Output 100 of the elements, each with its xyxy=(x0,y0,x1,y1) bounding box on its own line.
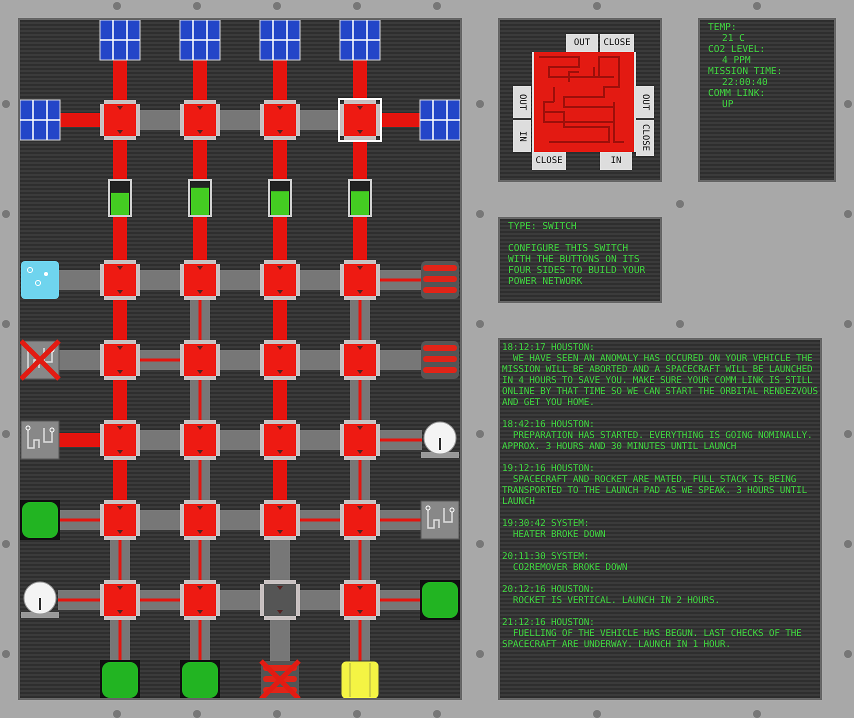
battery xyxy=(108,179,132,217)
log-message: FUELLING OF THE VEHICLE HAS BEGUN. LAST CHECKS OF THE SPACECRAFT ARE UNDERWAY. LAUNCH IN 1 HOUR. xyxy=(502,628,803,650)
screw xyxy=(353,2,361,10)
screw xyxy=(273,710,281,718)
circuit-board[interactable] xyxy=(20,420,60,460)
device-tile[interactable] xyxy=(420,580,460,620)
status-value: 22:00:40 xyxy=(721,77,768,88)
log-message: CO2REMOVER BROKE DOWN xyxy=(512,562,628,573)
info-description: CONFIGURE THIS SWITCH WITH THE BUTTONS ON ITS FOUR SIDES TO BUILD YOUR POWER NETWORK xyxy=(508,243,646,287)
switch-tile[interactable] xyxy=(260,500,300,540)
switch-side-button[interactable]: IN xyxy=(513,120,531,152)
switch-tile[interactable] xyxy=(100,340,140,380)
switch-side-button[interactable]: CLOSE xyxy=(636,120,654,156)
status-value: 4 PPM xyxy=(721,55,751,66)
device-tile[interactable] xyxy=(180,660,220,698)
device-tile[interactable] xyxy=(20,500,60,540)
screw xyxy=(2,430,10,438)
solar-panel[interactable] xyxy=(20,99,61,141)
switch-tile[interactable] xyxy=(100,500,140,540)
switch-tile[interactable] xyxy=(260,260,300,300)
switch-tile[interactable] xyxy=(340,420,380,460)
battery xyxy=(268,179,292,217)
screw xyxy=(113,2,121,10)
log-message: SPACECRAFT AND ROCKET ARE MATED. FULL STACK IS BEING TRANSPORTED TO THE LAUNCH PAD AS WE SPEAK. 3 HOURS UNTIL LAUNCH xyxy=(502,474,808,507)
screw xyxy=(2,540,10,548)
device-tile[interactable] xyxy=(100,660,140,698)
log-message: ROCKET IS VERTICAL. LAUNCH IN 2 HOURS. xyxy=(512,595,720,606)
switch-tile[interactable] xyxy=(100,580,140,620)
battery xyxy=(348,179,372,217)
solar-panel[interactable] xyxy=(419,99,460,141)
switch-tile[interactable] xyxy=(340,500,380,540)
status-label: TEMP: xyxy=(708,22,737,33)
switch-tile[interactable] xyxy=(260,340,300,380)
screw xyxy=(353,710,361,718)
log-message: PREPARATION HAS STARTED. EVERYTHING IS GOING NOMINALLY. APPROX. 3 HOURS AND 30 MINUTES UNTIL LAUNCH xyxy=(502,430,814,452)
switch-tile[interactable] xyxy=(180,100,220,140)
switch-tile[interactable] xyxy=(260,580,300,620)
log-message: WE HAVE SEEN AN ANOMALY HAS OCCURED ON YOUR VEHICLE THE MISSION WILL BE ABORTED AND A SPACECRAFT WILL BE LAUNCHED IN 4 HOURS TO SAVE YOU. MAKE SURE YOUR COMM LINK IS STILL ONLINE BY THAT TIME SO WE CAN START THE ORBITAL RENDEZVOUS AND GET YOU HOME. xyxy=(502,353,818,408)
switch-side-button[interactable]: CLOSE xyxy=(532,152,566,170)
switch-side-button[interactable]: OUT xyxy=(513,86,531,118)
switch-tile[interactable] xyxy=(340,580,380,620)
screw xyxy=(2,650,10,658)
log-header: 20:11:30 SYSTEM: xyxy=(502,551,590,562)
switch-tile[interactable] xyxy=(100,260,140,300)
screw xyxy=(273,2,281,10)
status-value: 21 C xyxy=(721,33,745,44)
status-label: COMM LINK: xyxy=(708,88,766,99)
satellite-dish[interactable] xyxy=(21,582,59,618)
circuit-board[interactable] xyxy=(420,500,460,540)
screw xyxy=(476,100,484,108)
screw xyxy=(113,710,121,718)
screw xyxy=(844,540,852,548)
screw xyxy=(593,710,601,718)
switch-side-button[interactable]: OUT xyxy=(566,34,598,52)
switch-tile[interactable] xyxy=(340,260,380,300)
canister-tile[interactable] xyxy=(340,660,380,698)
switch-tile[interactable] xyxy=(260,100,300,140)
log-header: 18:42:16 HOUSTON: xyxy=(502,419,595,430)
switch-side-button[interactable]: CLOSE xyxy=(600,34,634,52)
screw xyxy=(844,650,852,658)
satellite-dish[interactable] xyxy=(421,422,459,458)
switch-tile[interactable] xyxy=(180,420,220,460)
screw xyxy=(433,710,441,718)
switch-tile[interactable] xyxy=(338,98,382,142)
screw xyxy=(676,320,684,328)
solar-panel[interactable] xyxy=(99,20,141,61)
screw xyxy=(2,210,10,218)
screw xyxy=(476,210,484,218)
switch-tile[interactable] xyxy=(180,500,220,540)
switch-tile[interactable] xyxy=(180,260,220,300)
switch-side-button[interactable]: OUT xyxy=(636,86,654,118)
screw xyxy=(2,320,10,328)
switch-tile[interactable] xyxy=(180,340,220,380)
switch-tile[interactable] xyxy=(180,580,220,620)
screw xyxy=(844,320,852,328)
heater-unit[interactable] xyxy=(258,658,302,698)
status-value: UP xyxy=(721,99,734,110)
switch-side-button[interactable]: IN xyxy=(600,152,632,170)
switch-tile[interactable] xyxy=(100,420,140,460)
log-header: 19:30:42 SYSTEM: xyxy=(502,518,590,529)
switch-tile[interactable] xyxy=(100,100,140,140)
status-label: CO2 LEVEL: xyxy=(708,44,766,55)
switch-tile[interactable] xyxy=(340,340,380,380)
log-header: 19:12:16 HOUSTON: xyxy=(502,463,595,474)
screw xyxy=(844,210,852,218)
log-header: 21:12:16 HOUSTON: xyxy=(502,617,595,628)
screw xyxy=(844,430,852,438)
screw xyxy=(753,710,761,718)
solar-panel[interactable] xyxy=(259,20,301,61)
battery xyxy=(188,179,212,217)
solar-panel[interactable] xyxy=(179,20,221,61)
circuit-board[interactable] xyxy=(20,338,62,382)
screw xyxy=(2,100,10,108)
status-label: MISSION TIME: xyxy=(708,66,782,77)
solar-panel[interactable] xyxy=(339,20,381,61)
screw xyxy=(844,100,852,108)
log-header: 20:12:16 HOUSTON: xyxy=(502,584,595,595)
switch-tile[interactable] xyxy=(260,420,300,460)
screw xyxy=(433,2,441,10)
screw xyxy=(476,540,484,548)
